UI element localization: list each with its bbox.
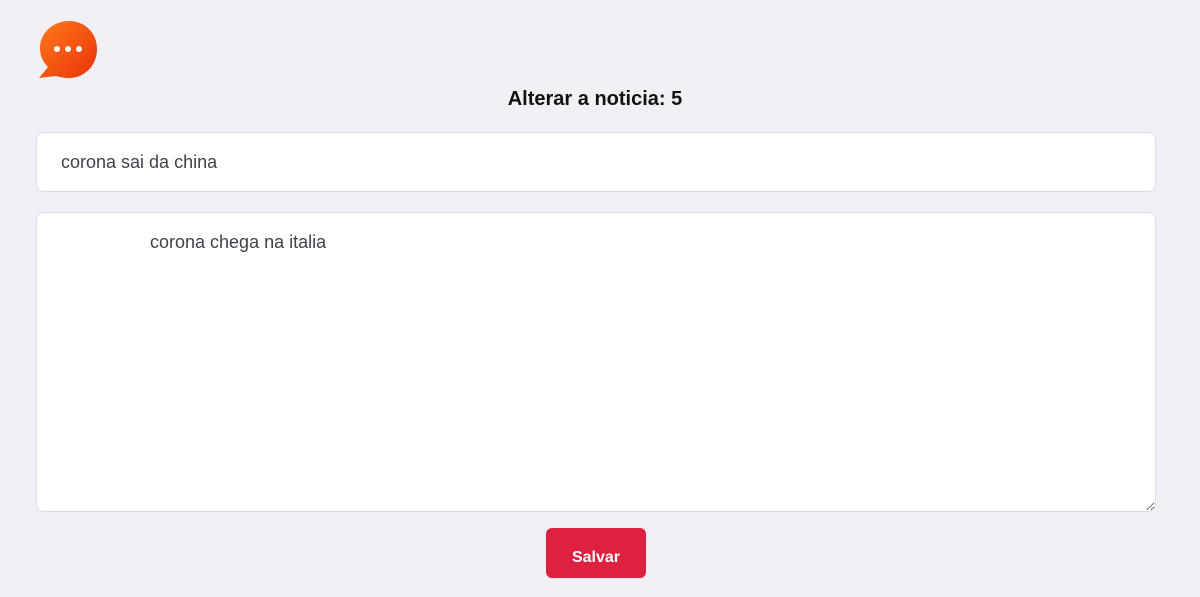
body-textarea[interactable]: corona chega na italia [36, 212, 1156, 512]
chat-bubble-icon [38, 20, 98, 80]
title-input[interactable] [36, 132, 1156, 192]
save-button[interactable]: Salvar [546, 528, 646, 578]
page-title: Alterar a noticia: 5 [507, 88, 683, 110]
